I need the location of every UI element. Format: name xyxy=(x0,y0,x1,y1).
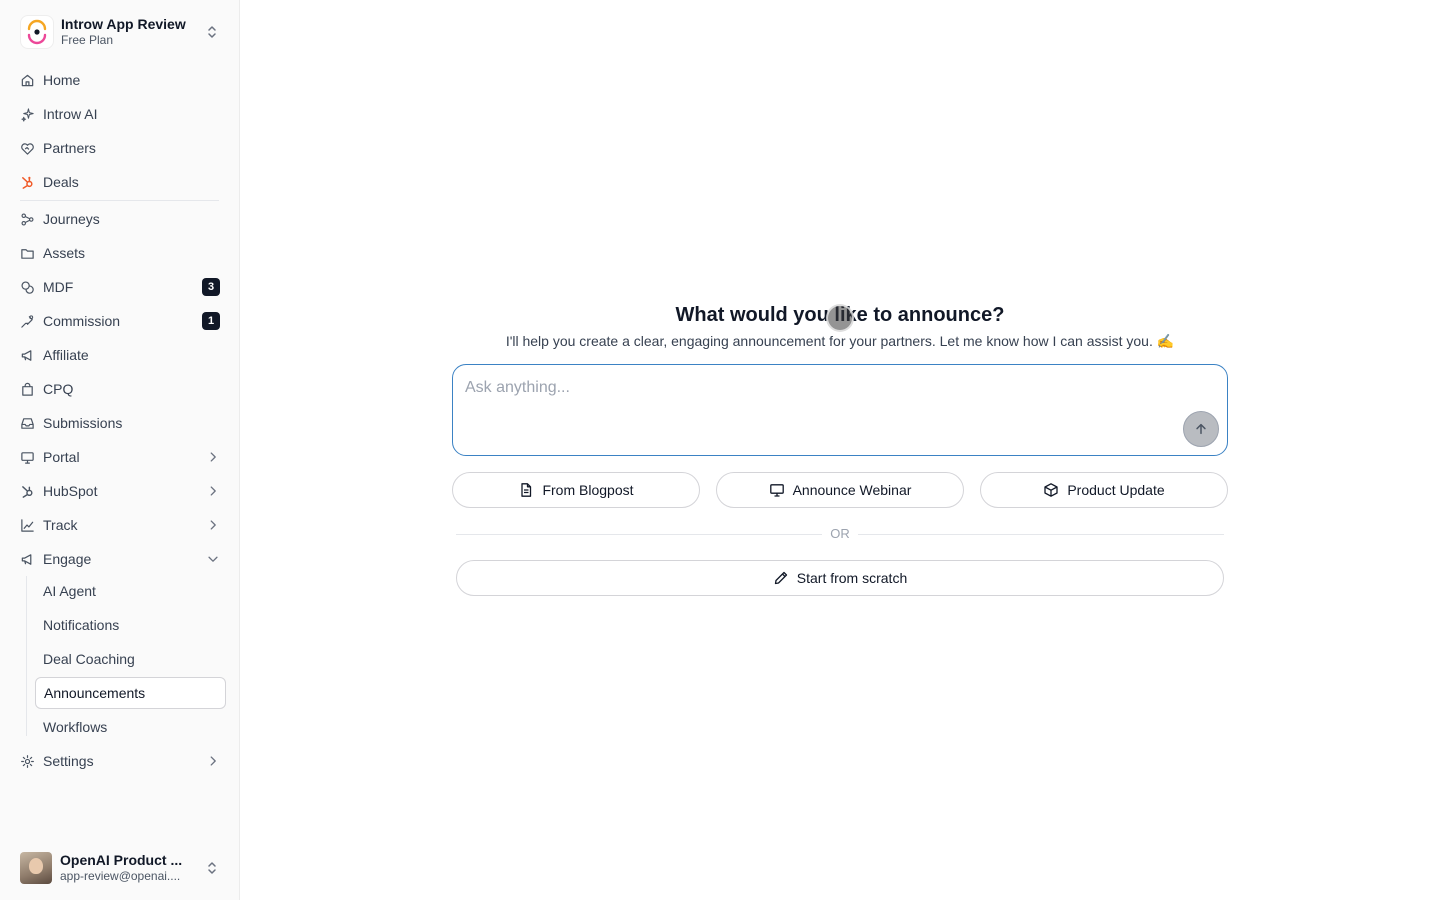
nav-item-portal[interactable]: Portal xyxy=(12,442,228,472)
nav-item-submissions[interactable]: Submissions xyxy=(12,408,228,438)
chevron-right-icon xyxy=(210,756,216,766)
nav-label: Track xyxy=(43,517,78,533)
sub-item-deal-coaching[interactable]: Deal Coaching xyxy=(35,643,226,675)
user-email: app-review@openai.... xyxy=(60,869,181,883)
workspace-logo xyxy=(20,15,54,49)
nav-label: Portal xyxy=(43,449,80,465)
sub-item-notifications[interactable]: Notifications xyxy=(35,609,226,641)
inbox-icon xyxy=(21,417,34,429)
from-blogpost-button[interactable]: From Blogpost xyxy=(452,472,700,508)
workspace-name: Introw App Review xyxy=(61,16,186,32)
chip-label: Announce Webinar xyxy=(792,482,912,498)
commission-count-badge: 1 xyxy=(202,312,220,330)
nav-item-settings[interactable]: Settings xyxy=(12,746,228,776)
bag-icon xyxy=(22,382,33,396)
sub-item-workflows[interactable]: Workflows xyxy=(35,711,226,743)
chevron-right-icon xyxy=(210,520,216,530)
or-divider-right xyxy=(858,534,1224,535)
journey-icon xyxy=(21,213,34,225)
coins-icon xyxy=(21,280,34,294)
chevrons-up-down-icon xyxy=(208,26,216,38)
chevrons-up-down-icon xyxy=(208,862,216,874)
sub-item-ai-agent[interactable]: AI Agent xyxy=(35,575,226,607)
scratch-label: Start from scratch xyxy=(796,570,908,586)
nav-label: Home xyxy=(43,72,81,88)
document-icon xyxy=(521,483,532,497)
pencil-icon xyxy=(774,571,787,585)
nav-label: Journeys xyxy=(43,211,100,227)
home-icon xyxy=(21,74,34,86)
user-menu[interactable]: OpenAI Product ... app-review@openai.... xyxy=(12,846,228,890)
sub-item-announcements[interactable]: Announcements xyxy=(35,677,226,709)
send-button[interactable] xyxy=(1183,411,1219,447)
nav-item-partners[interactable]: Partners xyxy=(12,133,228,163)
gear-icon xyxy=(21,754,34,768)
nav-item-home[interactable]: Home xyxy=(12,65,228,95)
nav-item-commission[interactable]: Commission 1 xyxy=(12,306,228,336)
nav-label: Partners xyxy=(43,140,96,156)
product-update-button[interactable]: Product Update xyxy=(980,472,1228,508)
nav-item-hubspot[interactable]: HubSpot xyxy=(12,476,228,506)
nav-label: MDF xyxy=(43,279,74,295)
nav-label: Engage xyxy=(43,551,92,567)
megaphone-icon xyxy=(21,349,32,361)
nav-label: Affiliate xyxy=(43,347,89,363)
folder-icon xyxy=(21,248,34,259)
nav-item-affiliate[interactable]: Affiliate xyxy=(12,340,228,370)
or-divider-left xyxy=(456,534,822,535)
chevron-down-icon xyxy=(208,556,218,562)
arrow-up-icon xyxy=(1196,423,1206,435)
chip-label: From Blogpost xyxy=(542,482,634,498)
chart-line-icon xyxy=(21,518,34,532)
prompt-input[interactable] xyxy=(465,379,1165,419)
hubspot-icon xyxy=(22,176,33,189)
package-icon xyxy=(1044,483,1058,497)
nav-label: HubSpot xyxy=(43,483,98,499)
chip-label: Product Update xyxy=(1067,482,1165,498)
nav-label: Commission xyxy=(43,313,121,329)
nav-label: Introw AI xyxy=(43,106,98,122)
or-label: OR xyxy=(830,526,850,541)
chevron-right-icon xyxy=(210,452,216,462)
hubspot-icon xyxy=(22,485,33,498)
submenu-rail xyxy=(26,576,27,736)
nav-label: CPQ xyxy=(43,381,74,397)
announce-webinar-button[interactable]: Announce Webinar xyxy=(716,472,964,508)
nav-label: Settings xyxy=(43,753,94,769)
page-subtitle: I'll help you create a clear, engaging a… xyxy=(505,333,1175,349)
mdf-count-badge: 3 xyxy=(202,278,220,296)
nav-item-engage[interactable]: Engage xyxy=(12,544,228,574)
workspace-switcher[interactable]: Introw App Review Free Plan xyxy=(12,10,228,54)
nav-item-journeys[interactable]: Journeys xyxy=(12,204,228,234)
sidebar: Introw App Review Free Plan Home Introw … xyxy=(0,0,240,900)
chevron-right-icon xyxy=(210,486,216,496)
nav-item-assets[interactable]: Assets xyxy=(12,238,228,268)
mouse-cursor-indicator xyxy=(826,304,854,332)
nav-item-deals[interactable]: Deals xyxy=(12,167,228,197)
monitor-icon xyxy=(769,484,784,497)
nav-label: Deals xyxy=(43,174,79,190)
nav-item-mdf[interactable]: MDF 3 xyxy=(12,272,228,302)
nav-item-cpq[interactable]: CPQ xyxy=(12,374,228,404)
sidebar-divider xyxy=(20,200,219,201)
nav-item-introw-ai[interactable]: Introw AI xyxy=(12,99,228,129)
handshake-heart-icon xyxy=(21,142,34,155)
main-content: What would you like to announce? I'll he… xyxy=(240,0,1440,900)
nav-label: Assets xyxy=(43,245,86,261)
nav-label: Submissions xyxy=(43,415,123,431)
start-from-scratch-button[interactable]: Start from scratch xyxy=(456,560,1224,596)
nav-item-track[interactable]: Track xyxy=(12,510,228,540)
user-name: OpenAI Product ... xyxy=(60,852,183,868)
workspace-plan: Free Plan xyxy=(61,33,114,47)
hand-coins-icon xyxy=(21,314,34,328)
avatar xyxy=(20,852,52,884)
prompt-box xyxy=(452,364,1228,456)
monitor-icon xyxy=(21,451,34,464)
sparkle-icon xyxy=(21,107,34,122)
megaphone-icon xyxy=(21,553,32,565)
